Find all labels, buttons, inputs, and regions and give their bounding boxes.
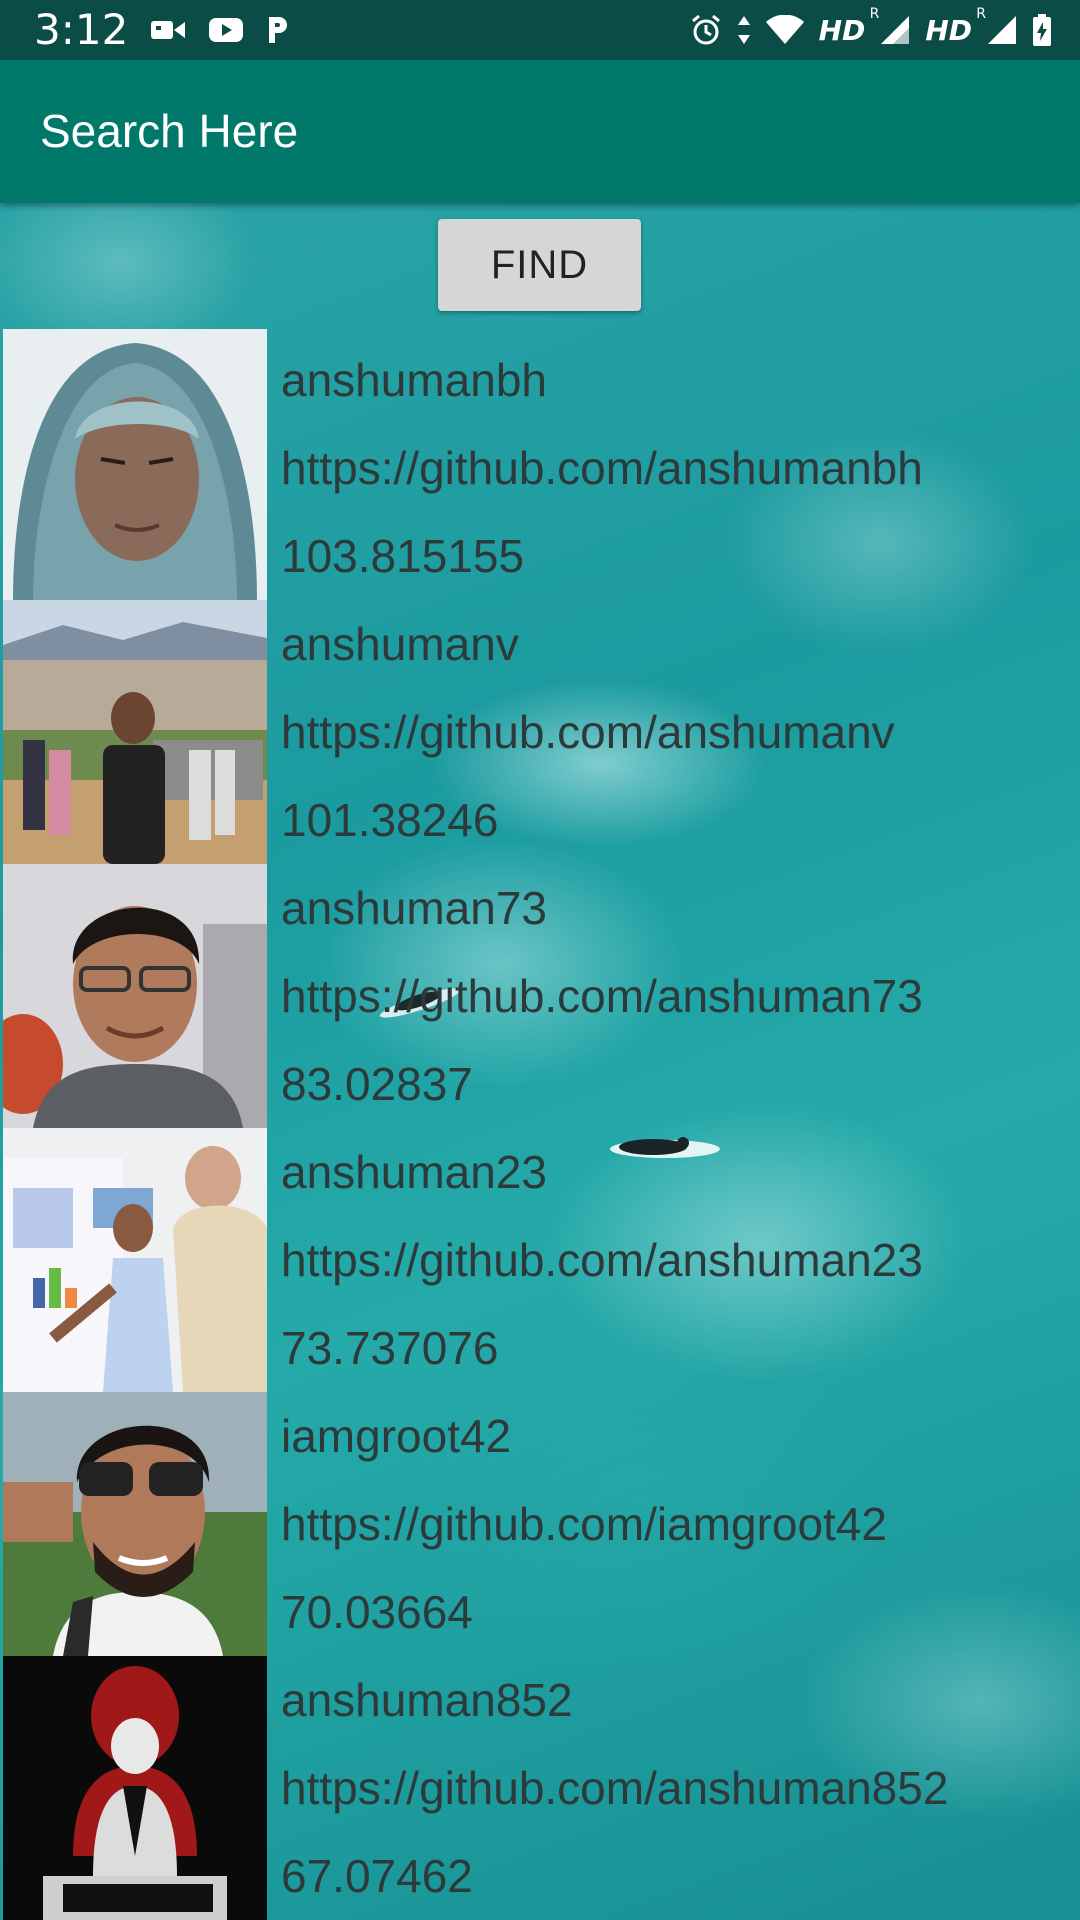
result-text: anshuman852 https://github.com/anshuman8… bbox=[281, 1656, 948, 1920]
avatar bbox=[3, 600, 267, 864]
list-item[interactable]: anshuman23 https://github.com/anshuman23… bbox=[0, 1128, 1080, 1392]
result-score: 101.38246 bbox=[281, 794, 499, 846]
list-item[interactable]: iamgroot42 https://github.com/iamgroot42… bbox=[0, 1392, 1080, 1656]
results-list[interactable]: anshumanbh https://github.com/anshumanbh… bbox=[0, 326, 1080, 1920]
status-left-icons bbox=[150, 12, 290, 48]
alarm-icon bbox=[691, 14, 720, 45]
list-item[interactable]: anshumanv https://github.com/anshumanv 1… bbox=[0, 600, 1080, 864]
result-username[interactable]: anshumanbh bbox=[281, 336, 923, 424]
status-right-icons: HD R HD R bbox=[689, 5, 1052, 50]
result-text: anshuman23 https://github.com/anshuman23… bbox=[281, 1128, 923, 1392]
pandora-icon bbox=[269, 17, 287, 43]
signal-icon bbox=[988, 16, 1016, 44]
avatar bbox=[3, 1656, 267, 1920]
result-score: 73.737076 bbox=[281, 1322, 499, 1374]
page-title: Search Here bbox=[40, 105, 299, 157]
result-text: iamgroot42 https://github.com/iamgroot42… bbox=[281, 1392, 887, 1656]
result-url[interactable]: https://github.com/anshumanbh bbox=[281, 424, 923, 512]
signal-icon bbox=[881, 16, 910, 44]
result-username[interactable]: iamgroot42 bbox=[281, 1392, 887, 1480]
main-content[interactable]: FIND anshumanbh https://github.com/anshu… bbox=[0, 203, 1080, 1920]
result-text: anshumanv https://github.com/anshumanv 1… bbox=[281, 600, 895, 864]
hd-label: HD R bbox=[925, 5, 986, 47]
battery-icon bbox=[1033, 14, 1051, 46]
list-item[interactable]: anshuman852 https://github.com/anshuman8… bbox=[0, 1656, 1080, 1920]
app-bar: Search Here bbox=[0, 60, 1080, 203]
find-button[interactable]: FIND bbox=[438, 219, 641, 311]
hd-label: HD R bbox=[818, 5, 880, 47]
result-score: 67.07462 bbox=[281, 1850, 473, 1902]
result-score: 103.815155 bbox=[281, 530, 525, 582]
result-username[interactable]: anshuman852 bbox=[281, 1656, 948, 1744]
wifi-icon bbox=[765, 15, 804, 44]
result-url[interactable]: https://github.com/iamgroot42 bbox=[281, 1480, 887, 1568]
avatar bbox=[3, 864, 267, 1128]
result-username[interactable]: anshuman23 bbox=[281, 1128, 923, 1216]
avatar bbox=[3, 1392, 267, 1656]
data-arrows-icon bbox=[737, 16, 750, 44]
status-bar: 3:12 HD R HD R bbox=[0, 0, 1080, 60]
youtube-icon bbox=[209, 18, 243, 42]
result-score: 83.02837 bbox=[281, 1058, 473, 1110]
video-camera-icon bbox=[151, 21, 185, 39]
list-item[interactable]: anshuman73 https://github.com/anshuman73… bbox=[0, 864, 1080, 1128]
result-url[interactable]: https://github.com/anshuman73 bbox=[281, 952, 923, 1040]
result-text: anshuman73 https://github.com/anshuman73… bbox=[281, 864, 923, 1128]
result-username[interactable]: anshuman73 bbox=[281, 864, 923, 952]
result-url[interactable]: https://github.com/anshumanv bbox=[281, 688, 895, 776]
avatar bbox=[3, 329, 267, 601]
result-username[interactable]: anshumanv bbox=[281, 600, 895, 688]
result-url[interactable]: https://github.com/anshuman23 bbox=[281, 1216, 923, 1304]
result-url[interactable]: https://github.com/anshuman852 bbox=[281, 1744, 948, 1832]
avatar bbox=[3, 1128, 267, 1392]
status-time: 3:12 bbox=[34, 5, 129, 54]
result-score: 70.03664 bbox=[281, 1586, 473, 1638]
list-item[interactable]: anshumanbh https://github.com/anshumanbh… bbox=[0, 326, 1080, 601]
result-text: anshumanbh https://github.com/anshumanbh… bbox=[281, 336, 923, 600]
